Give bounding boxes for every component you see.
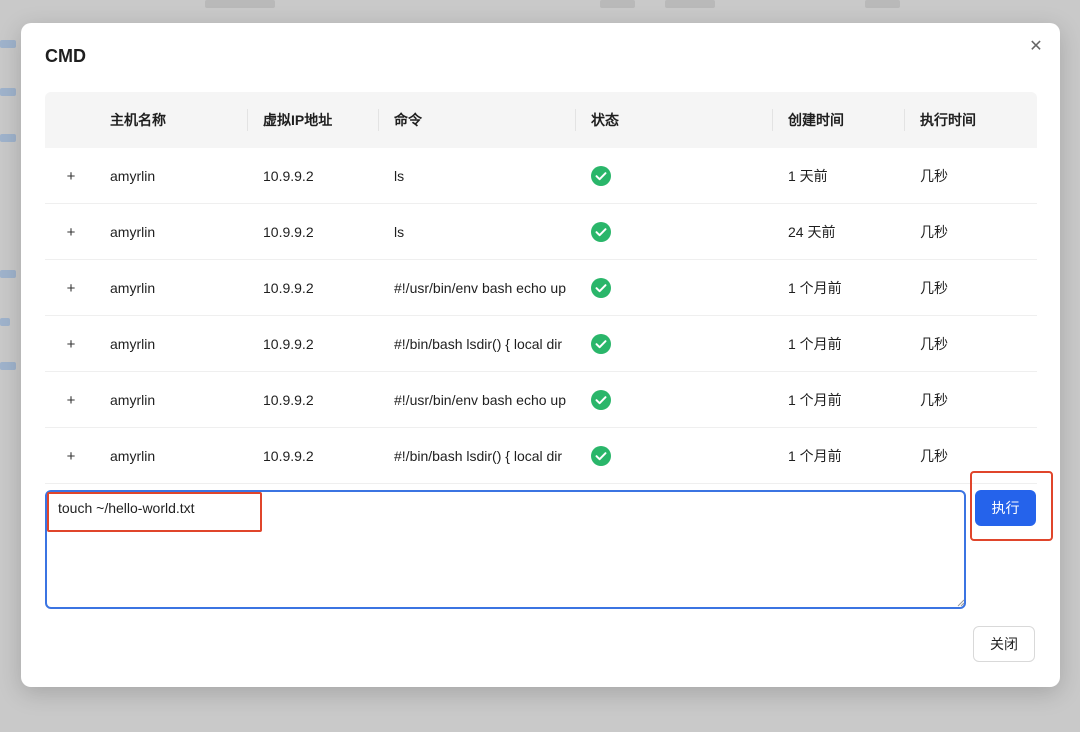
success-check-icon xyxy=(591,390,611,410)
expand-row-icon[interactable]: + xyxy=(63,336,79,353)
cell-exec-time: 几秒 xyxy=(920,448,948,464)
table-row: + amyrlin 10.9.9.2 #!/bin/bash lsdir() {… xyxy=(45,428,1037,484)
expand-row-icon[interactable]: + xyxy=(63,168,79,185)
table-row: + amyrlin 10.9.9.2 ls 24 天前 几秒 xyxy=(45,204,1037,260)
background-artifact xyxy=(0,40,16,48)
background-artifact xyxy=(0,134,16,142)
table-header: 主机名称 虚拟IP地址 命令 状态 创建时间 执行时间 xyxy=(45,92,1037,148)
cell-host: amyrlin xyxy=(110,392,156,408)
expand-row-icon[interactable]: + xyxy=(63,448,79,465)
cell-ip: 10.9.9.2 xyxy=(263,280,314,296)
column-header-host: 主机名称 xyxy=(110,112,166,128)
cell-exec-time: 几秒 xyxy=(920,336,948,352)
background-artifact xyxy=(665,0,715,8)
cell-exec-time: 几秒 xyxy=(920,168,948,184)
expand-row-icon[interactable]: + xyxy=(63,224,79,241)
cell-command: ls xyxy=(394,224,405,240)
command-input[interactable] xyxy=(45,490,966,609)
background-artifact xyxy=(0,318,10,326)
cell-exec-time: 几秒 xyxy=(920,280,948,296)
column-divider xyxy=(575,109,576,131)
success-check-icon xyxy=(591,222,611,242)
success-check-icon xyxy=(591,166,611,186)
cell-command: #!/bin/bash lsdir() { local dir xyxy=(394,336,563,352)
execute-button[interactable]: 执行 xyxy=(975,490,1036,526)
cell-ip: 10.9.9.2 xyxy=(263,392,314,408)
column-header-exec-time: 执行时间 xyxy=(920,112,976,128)
cell-host: amyrlin xyxy=(110,336,156,352)
cell-created: 1 个月前 xyxy=(788,336,842,352)
cell-ip: 10.9.9.2 xyxy=(263,448,314,464)
column-header-status: 状态 xyxy=(591,112,619,128)
cell-created: 1 个月前 xyxy=(788,280,842,296)
cell-host: amyrlin xyxy=(110,224,156,240)
cell-ip: 10.9.9.2 xyxy=(263,168,314,184)
column-divider xyxy=(904,109,905,131)
cell-created: 24 天前 xyxy=(788,224,836,240)
column-divider xyxy=(247,109,248,131)
table-row: + amyrlin 10.9.9.2 #!/usr/bin/env bash e… xyxy=(45,372,1037,428)
background-artifact xyxy=(0,362,16,370)
table-row: + amyrlin 10.9.9.2 #!/usr/bin/env bash e… xyxy=(45,260,1037,316)
success-check-icon xyxy=(591,446,611,466)
cell-created: 1 个月前 xyxy=(788,392,842,408)
expand-row-icon[interactable]: + xyxy=(63,280,79,297)
background-artifact xyxy=(0,88,16,96)
modal-title: CMD xyxy=(45,46,86,66)
cell-command: #!/usr/bin/env bash echo up xyxy=(394,280,567,296)
cell-exec-time: 几秒 xyxy=(920,392,948,408)
cmd-modal: CMD ✕ 主机名称 虚拟IP地址 命令 状态 创建时间 执行时间 + amyr… xyxy=(21,23,1060,687)
cell-created: 1 天前 xyxy=(788,168,828,184)
background-artifact xyxy=(0,270,16,278)
background-artifact xyxy=(600,0,635,8)
cell-ip: 10.9.9.2 xyxy=(263,336,314,352)
column-divider xyxy=(772,109,773,131)
expand-row-icon[interactable]: + xyxy=(63,392,79,409)
cell-exec-time: 几秒 xyxy=(920,224,948,240)
cell-host: amyrlin xyxy=(110,168,156,184)
background-artifact xyxy=(865,0,900,8)
cell-host: amyrlin xyxy=(110,448,156,464)
column-divider xyxy=(378,109,379,131)
table-body: + amyrlin 10.9.9.2 ls 1 天前 几秒 + amyrlin … xyxy=(45,148,1037,484)
cell-ip: 10.9.9.2 xyxy=(263,224,314,240)
cell-command: #!/usr/bin/env bash echo up xyxy=(394,392,567,408)
success-check-icon xyxy=(591,334,611,354)
table-row: + amyrlin 10.9.9.2 ls 1 天前 几秒 xyxy=(45,148,1037,204)
table-row: + amyrlin 10.9.9.2 #!/bin/bash lsdir() {… xyxy=(45,316,1037,372)
column-header-command: 命令 xyxy=(394,112,422,128)
column-header-ip: 虚拟IP地址 xyxy=(263,112,333,128)
resize-handle-icon[interactable] xyxy=(957,599,965,607)
success-check-icon xyxy=(591,278,611,298)
close-icon[interactable]: ✕ xyxy=(1028,39,1044,55)
cell-host: amyrlin xyxy=(110,280,156,296)
cell-command: #!/bin/bash lsdir() { local dir xyxy=(394,448,563,464)
cell-command: ls xyxy=(394,168,405,184)
background-artifact xyxy=(205,0,275,8)
cell-created: 1 个月前 xyxy=(788,448,842,464)
close-button[interactable]: 关闭 xyxy=(973,626,1035,662)
command-history-table: 主机名称 虚拟IP地址 命令 状态 创建时间 执行时间 + amyrlin 10… xyxy=(45,92,1037,484)
column-header-created: 创建时间 xyxy=(788,112,844,128)
